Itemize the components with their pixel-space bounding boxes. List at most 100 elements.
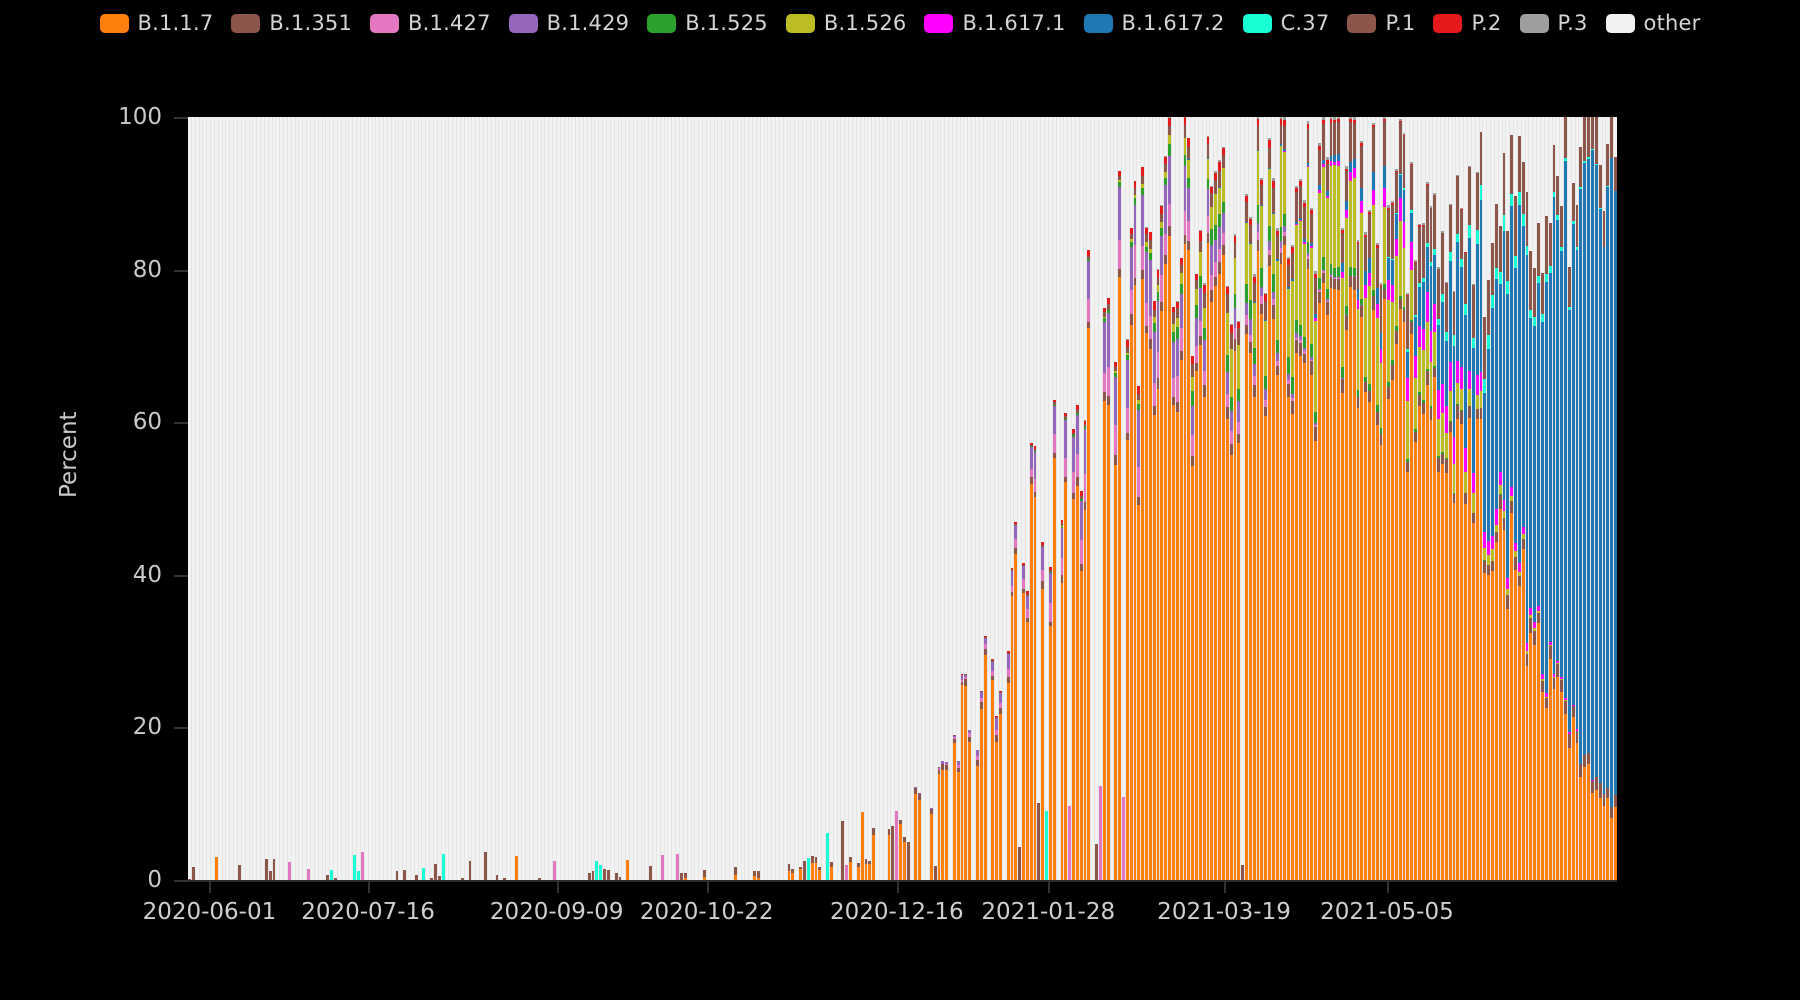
bar-segment-P-2	[1218, 161, 1221, 171]
bar-segment-B-1-427	[1033, 479, 1037, 493]
bar-segment-B-1-351	[1221, 244, 1225, 255]
bar-segment-B-1-1-7	[1610, 817, 1614, 880]
bar-segment-B-1-1-7	[868, 864, 872, 880]
bar-segment-other	[622, 117, 626, 880]
bar-segment-B-1-617-2	[1444, 340, 1448, 406]
bar-segment-other	[460, 117, 464, 879]
bar-segment-B-1-1-7	[1264, 416, 1268, 880]
bar-segment-B-1-351	[1229, 444, 1233, 455]
variant-proportion-chart: B.1.1.7 B.1.351 B.1.427 B.1.429 B.1.525 B.1.5…	[0, 0, 1800, 1000]
bar-segment-other	[426, 117, 430, 880]
bar-segment-other	[737, 117, 741, 880]
bar-segment-B-1-617-1	[1506, 577, 1510, 589]
bar-segment-other	[1041, 117, 1045, 543]
bar-segment-B-1-525	[1344, 305, 1348, 315]
bar-segment-B-1-1-7	[1141, 278, 1145, 880]
bar-segment-B-1-429	[1252, 364, 1256, 377]
bar-segment-other	[1368, 117, 1371, 210]
bar-segment-other	[545, 117, 549, 880]
bar-segment-B-1-526	[1448, 391, 1452, 421]
bar-segment-B-1-1-7	[1448, 432, 1452, 880]
bar-segment-B-1-526	[1475, 394, 1479, 410]
bar-segment-other	[1118, 117, 1122, 172]
bar-segment-B-1-429	[1256, 223, 1260, 233]
bar-segment-P-1	[1387, 209, 1391, 258]
bar-segment-B-1-1-7	[1506, 608, 1510, 880]
bar-segment-B-1-351	[1118, 268, 1122, 278]
bar-segment-P-1	[1283, 125, 1287, 149]
bar-segment-C-37	[806, 858, 810, 880]
bar-segment-B-1-526	[1333, 165, 1337, 268]
bar-segment-P-1	[1506, 231, 1510, 281]
bar-segment-B-1-351	[1148, 338, 1152, 349]
bar-segment-B-1-351	[1410, 322, 1414, 334]
bar-segment-other	[1229, 117, 1233, 324]
bar-segment-B-1-429	[1175, 338, 1179, 377]
bar-segment-B-1-429	[1041, 546, 1045, 571]
bar-segment-B-1-526	[1341, 277, 1344, 367]
bar-segment-B-1-1-7	[1164, 264, 1168, 880]
bar-segment-other	[941, 117, 945, 761]
bar-segment-P-1	[395, 870, 399, 880]
bar-segment-B-1-351	[1452, 493, 1456, 504]
bar-segment-B-1-617-1	[1360, 201, 1364, 214]
bar-segment-B-1-526	[1237, 345, 1241, 389]
bar-segment-C-37	[599, 865, 603, 880]
bar-segment-B-1-427	[1252, 376, 1256, 386]
bar-segment-B-1-1-7	[1221, 254, 1225, 880]
bar-segment-B-1-351	[603, 869, 606, 880]
bar-segment-B-1-526	[1318, 192, 1321, 279]
bar-segment-B-1-351	[1302, 353, 1306, 363]
bar-segment-P-1	[1441, 233, 1444, 295]
bar-segment-P-1	[1560, 206, 1564, 247]
bar-segment-B-1-351	[1137, 497, 1141, 505]
bar-segment-B-1-351	[1202, 384, 1206, 397]
bar-segment-B-1-429	[1141, 194, 1145, 247]
bar-segment-B-1-1-7	[1487, 574, 1491, 880]
bar-segment-B-1-351	[237, 865, 241, 880]
bar-segment-P-1	[1429, 208, 1433, 262]
bar-segment-B-1-1-7	[1510, 513, 1514, 880]
bar-segment-other	[299, 117, 303, 880]
bar-segment-B-1-429	[1060, 527, 1064, 558]
bar-segment-other	[668, 117, 672, 880]
bar-segment-B-1-617-1	[1467, 370, 1471, 389]
bar-segment-B-1-351	[1464, 493, 1467, 504]
bar-segment-other	[1264, 117, 1268, 293]
bar-segment-other	[1464, 117, 1467, 253]
bar-segment-B-1-427	[1206, 215, 1210, 234]
bar-segment-other	[1045, 117, 1048, 811]
bar-segment-B-1-351	[1552, 678, 1556, 690]
bar-segment-P-1	[1333, 122, 1337, 156]
bar-segment-B-1-617-1	[1502, 499, 1506, 511]
bar-segment-B-1-526	[1441, 413, 1444, 453]
bar-segment-P-1	[1517, 136, 1521, 193]
bar-segment-other	[910, 117, 914, 880]
bar-segment-B-1-617-1	[1356, 299, 1360, 310]
bar-segment-B-1-351	[1210, 290, 1214, 303]
bar-segment-C-37	[1456, 234, 1460, 243]
x-axis-tick-label: 2020-06-01	[142, 899, 277, 925]
bar-segment-B-1-526	[1491, 548, 1494, 561]
bar-segment-B-1-525	[1172, 332, 1175, 343]
bar-segment-B-1-427	[553, 861, 556, 880]
bar-segment-B-1-351	[1502, 517, 1506, 531]
bar-segment-B-1-351	[733, 867, 737, 876]
bar-segment-B-1-617-1	[1421, 328, 1425, 350]
bar-segment-B-1-526	[1329, 165, 1333, 264]
bar-segment-B-1-526	[1233, 257, 1237, 295]
bar-segment-B-1-351	[1541, 680, 1544, 692]
bar-segment-other	[999, 117, 1002, 691]
bar-segment-other	[1275, 117, 1279, 229]
bar-segment-other	[384, 117, 387, 880]
bar-segment-B-1-1-7	[1152, 414, 1156, 880]
bar-segment-P-2	[1264, 294, 1268, 302]
bar-segment-B-1-429	[1233, 307, 1237, 328]
bar-segment-P-1	[1391, 204, 1394, 259]
bar-segment-other	[1452, 117, 1456, 291]
bar-segment-B-1-525	[1275, 340, 1279, 354]
bar-segment-B-1-1-7	[956, 772, 960, 880]
bar-segment-P-1	[1287, 265, 1291, 287]
bar-segment-B-1-351	[1156, 377, 1160, 389]
bar-segment-other	[664, 117, 668, 880]
